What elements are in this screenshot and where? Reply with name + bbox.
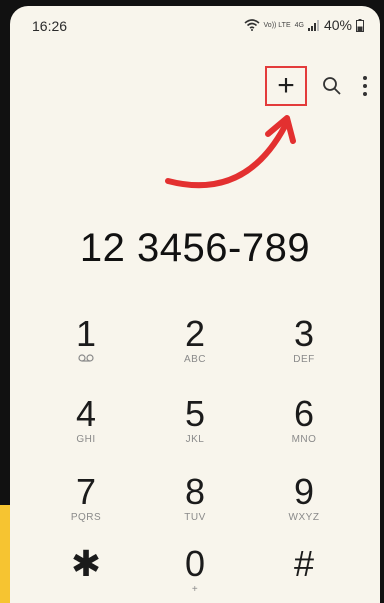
status-bar: 16:26 Vo)) LTE 4G 40% — [10, 6, 380, 46]
key-digit: 7 — [75, 471, 97, 512]
key-letters: TUV — [184, 512, 206, 523]
search-button[interactable] — [322, 76, 342, 96]
key-digit: 1 — [75, 313, 97, 354]
key-7[interactable]: 7 PQRS — [36, 474, 136, 534]
dialed-number: 12 3456-789 — [79, 226, 311, 270]
volte-label: Vo)) LTE — [263, 21, 291, 29]
key-digit: 6 — [293, 393, 315, 434]
accent-strip — [0, 505, 10, 603]
key-letters: PQRS — [70, 512, 102, 523]
pointer-arrow — [165, 115, 296, 189]
network-type: 4G — [294, 21, 304, 29]
key-hash[interactable]: # — [254, 546, 354, 603]
key-digit: 9 — [293, 471, 315, 512]
key-digit: 5 — [184, 393, 206, 434]
status-icons: Vo)) LTE 4G 40% — [243, 17, 364, 33]
wifi-icon — [243, 19, 260, 31]
key-1[interactable]: 1 — [36, 316, 136, 376]
key-digit: # — [293, 543, 315, 584]
add-contact-button[interactable]: + — [265, 66, 307, 106]
search-icon — [323, 77, 341, 95]
key-9[interactable]: 9 WXYZ — [254, 474, 354, 534]
key-2[interactable]: 2 ABC — [145, 316, 245, 376]
key-letters: GHI — [76, 434, 96, 445]
signal-icon — [307, 19, 320, 31]
key-letters: ABC — [183, 354, 207, 365]
key-letters: + — [191, 584, 199, 595]
key-letters: DEF — [293, 354, 315, 365]
key-digit: 4 — [75, 393, 97, 434]
battery-icon — [356, 18, 364, 32]
plus-icon: + — [277, 69, 295, 102]
key-digit: 0 — [184, 543, 206, 584]
key-4[interactable]: 4 GHI — [36, 396, 136, 456]
key-star[interactable]: ✱ — [36, 546, 136, 603]
more-options-button[interactable] — [362, 74, 368, 98]
key-3[interactable]: 3 DEF — [254, 316, 354, 376]
key-8[interactable]: 8 TUV — [145, 474, 245, 534]
key-digit: 2 — [184, 313, 206, 354]
key-digit: 8 — [184, 471, 206, 512]
key-letters: JKL — [185, 434, 205, 445]
voicemail-icon — [78, 354, 94, 362]
key-0[interactable]: 0 + — [145, 546, 245, 603]
battery-percent: 40% — [323, 17, 352, 33]
key-digit: 3 — [293, 313, 315, 354]
more-vert-icon — [363, 76, 367, 96]
key-letters: MNO — [291, 434, 317, 445]
key-letters: WXYZ — [288, 512, 320, 523]
key-6[interactable]: 6 MNO — [254, 396, 354, 456]
key-5[interactable]: 5 JKL — [145, 396, 245, 456]
key-digit: ✱ — [70, 543, 102, 584]
status-time: 16:26 — [32, 18, 68, 34]
phone-screen: 16:26 Vo)) LTE 4G 40% + 12 3456-789 1 2 … — [10, 6, 380, 603]
